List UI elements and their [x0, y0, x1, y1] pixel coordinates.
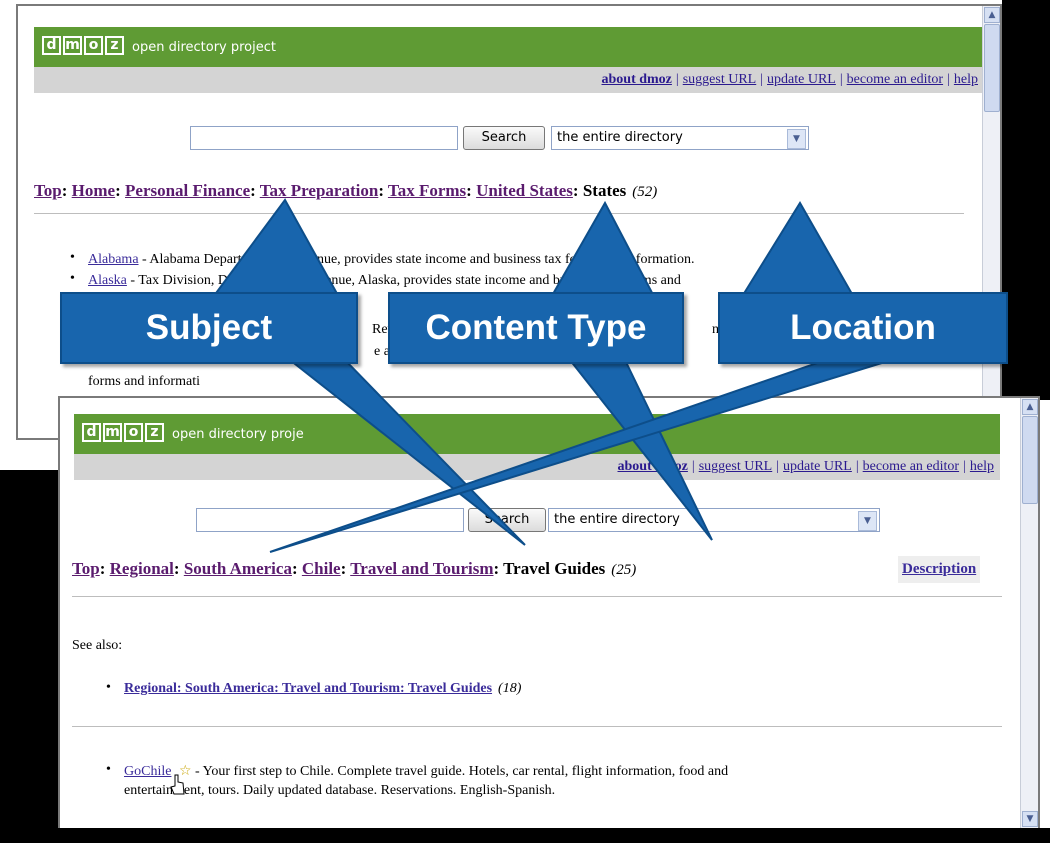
subject-pointer-down	[287, 359, 526, 546]
callout-content-type: Content Type	[388, 292, 684, 364]
callout-location: Location	[718, 292, 1008, 364]
callout-subject: Subject	[60, 292, 358, 364]
callout-pointers	[203, 198, 886, 553]
